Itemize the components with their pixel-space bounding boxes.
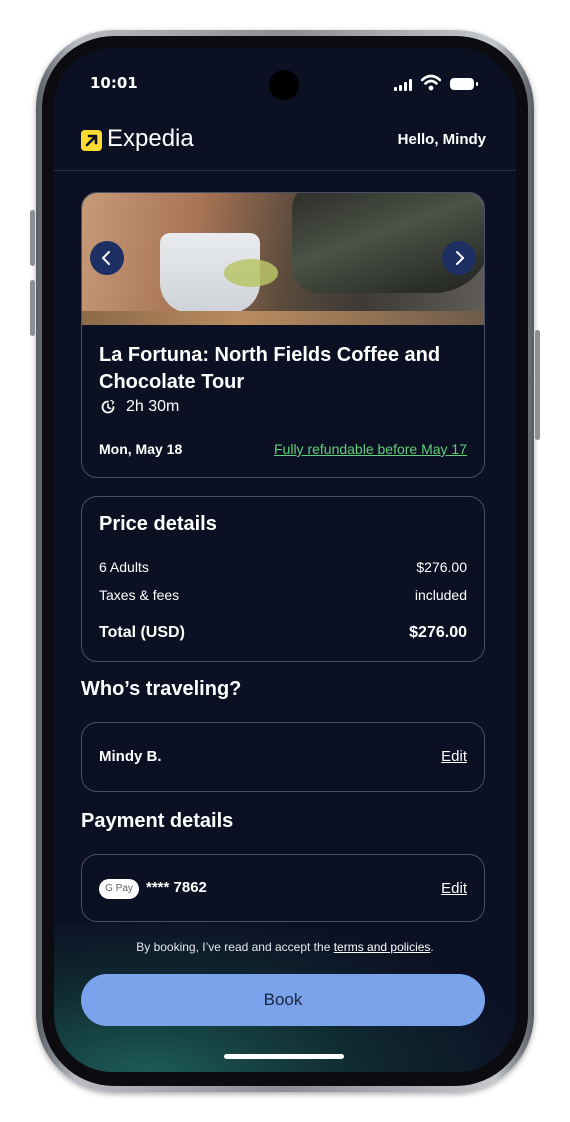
power-button — [535, 330, 540, 440]
card-number: **** 7862 — [146, 879, 207, 896]
clock-icon — [101, 399, 115, 414]
price-row-label: 6 Adults — [99, 559, 149, 575]
wifi-icon — [421, 74, 441, 91]
expedia-logo-icon — [81, 130, 102, 151]
edit-traveler-button[interactable]: Edit — [441, 748, 467, 765]
cup-logo — [224, 259, 278, 287]
chevron-right-icon — [456, 251, 464, 265]
home-indicator[interactable] — [224, 1054, 344, 1059]
activity-date: Mon, May 18 — [99, 441, 183, 457]
refund-policy-link[interactable]: Fully refundable before May 17 — [274, 441, 467, 457]
price-details-title: Price details — [99, 513, 217, 535]
terms-prefix: By booking, I’ve read and accept the — [136, 940, 334, 954]
total-label: Total (USD) — [99, 624, 185, 641]
terms-suffix: . — [430, 940, 434, 954]
price-details-card: Price details 6 Adults $276.00 Taxes & f… — [81, 496, 485, 662]
app-header: Expedia Hello, Mindy — [54, 120, 516, 171]
traveler-name: Mindy B. — [99, 748, 162, 765]
brand-name: Expedia — [107, 125, 194, 152]
activity-photo — [82, 193, 484, 325]
battery-icon — [450, 78, 478, 90]
volume-down-button — [30, 280, 35, 336]
traveler-card: Mindy B. Edit — [81, 722, 485, 792]
user-greeting[interactable]: Hello, Mindy — [398, 131, 486, 148]
status-time: 10:01 — [90, 74, 138, 92]
payment-card: G Pay **** 7862 Edit — [81, 854, 485, 922]
activity-duration: 2h 30m — [126, 398, 180, 415]
gpay-icon: G Pay — [99, 879, 139, 899]
carousel-next-button[interactable] — [442, 241, 476, 275]
carousel-prev-button[interactable] — [90, 241, 124, 275]
activity-title: La Fortuna: North Fields Coffee and Choc… — [99, 344, 441, 393]
payment-title: Payment details — [81, 810, 234, 832]
total-value: $276.00 — [409, 624, 467, 641]
edit-payment-button[interactable]: Edit — [441, 880, 467, 897]
terms-notice: By booking, I’ve read and accept the ter… — [54, 940, 516, 954]
signal-icon — [394, 79, 416, 91]
chevron-left-icon — [102, 251, 110, 265]
price-row-label: Taxes & fees — [99, 587, 180, 603]
terms-link[interactable]: terms and policies — [334, 940, 431, 954]
table-edge — [82, 311, 484, 325]
travelers-title: Who’s traveling? — [81, 678, 242, 700]
price-row-value: $276.00 — [416, 559, 467, 575]
app-screen: 10:01 Expedia Hello, Mindy La Fortuna: N… — [54, 48, 516, 1072]
volume-up-button — [30, 210, 35, 266]
activity-card: La Fortuna: North Fields Coffee and Choc… — [81, 192, 485, 478]
price-row-value: included — [414, 587, 467, 603]
status-bar: 10:01 — [54, 48, 516, 120]
book-button[interactable]: Book — [81, 974, 485, 1026]
front-camera — [269, 70, 299, 100]
